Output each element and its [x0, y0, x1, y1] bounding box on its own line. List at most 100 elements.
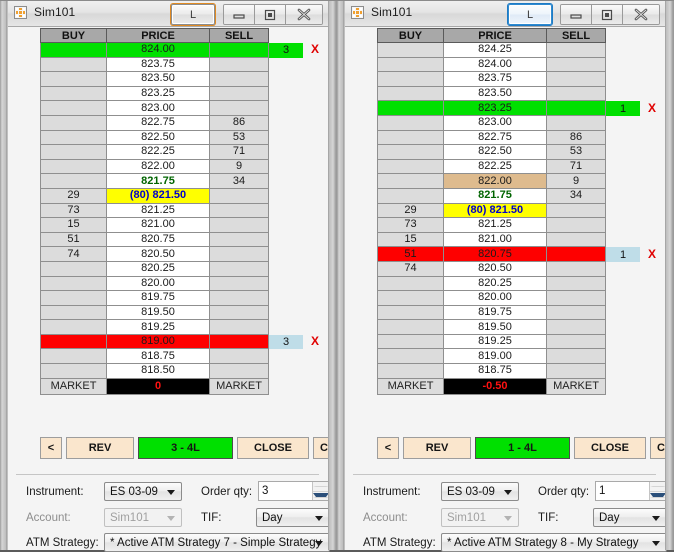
- ladder-row[interactable]: 29 (80) 821.50: [353, 203, 670, 219]
- price-cell[interactable]: 819.50: [106, 305, 209, 321]
- reverse-button[interactable]: REV: [66, 437, 134, 459]
- price-cell[interactable]: 822.00: [443, 174, 546, 189]
- price-cell[interactable]: 819.50: [443, 320, 546, 335]
- buy-qty-cell[interactable]: [40, 115, 106, 131]
- buy-qty-cell[interactable]: [40, 57, 106, 73]
- ladder-row[interactable]: 819.25: [16, 320, 333, 335]
- price-cell[interactable]: 822.25: [106, 145, 209, 160]
- buy-qty-cell[interactable]: [377, 43, 443, 58]
- ladder-row[interactable]: 29 (80) 821.50: [16, 188, 333, 204]
- instrument-select[interactable]: ES 03-09: [104, 482, 182, 501]
- sell-qty-cell[interactable]: [546, 320, 606, 335]
- ladder-row[interactable]: 74 820.50: [353, 261, 670, 277]
- stepper-up-button[interactable]: [313, 482, 329, 492]
- sell-qty-cell[interactable]: [546, 86, 606, 102]
- price-cell[interactable]: 822.75: [443, 130, 546, 146]
- sell-qty-cell[interactable]: 9: [546, 174, 606, 189]
- buy-qty-cell[interactable]: 74: [377, 261, 443, 277]
- ladder-row[interactable]: 818.75: [16, 349, 333, 365]
- sell-qty-cell[interactable]: [209, 261, 269, 277]
- sell-qty-cell[interactable]: 71: [209, 145, 269, 160]
- sell-qty-cell[interactable]: [546, 101, 606, 116]
- ladder-row[interactable]: 822.75 86: [353, 130, 670, 146]
- sell-qty-cell[interactable]: [209, 203, 269, 219]
- sell-qty-cell[interactable]: 53: [546, 145, 606, 160]
- sell-qty-cell[interactable]: [546, 261, 606, 277]
- close-position-button[interactable]: CLOSE: [237, 437, 309, 459]
- price-cell[interactable]: 822.00: [106, 159, 209, 175]
- ladder-row[interactable]: 823.75: [16, 57, 333, 73]
- market-buy-button[interactable]: MARKET: [40, 378, 106, 395]
- price-cell[interactable]: 818.75: [106, 349, 209, 365]
- close-button[interactable]: [286, 5, 322, 24]
- price-cell[interactable]: (80) 821.50: [106, 188, 209, 204]
- close-position-button[interactable]: CLOSE: [574, 437, 646, 459]
- ladder-row[interactable]: 819.50: [353, 320, 670, 335]
- sell-qty-cell[interactable]: [546, 349, 606, 365]
- sell-qty-cell[interactable]: [546, 218, 606, 233]
- sell-qty-cell[interactable]: [209, 247, 269, 262]
- cancel-order-icon[interactable]: X: [311, 334, 319, 349]
- price-cell[interactable]: 820.75: [106, 232, 209, 248]
- buy-qty-cell[interactable]: [377, 334, 443, 350]
- sell-qty-cell[interactable]: [209, 334, 269, 350]
- ladder-row[interactable]: 823.75: [353, 72, 670, 87]
- price-cell[interactable]: 820.25: [106, 261, 209, 277]
- sell-qty-cell[interactable]: [209, 232, 269, 248]
- buy-qty-cell[interactable]: [377, 364, 443, 379]
- sell-qty-cell[interactable]: [209, 43, 269, 58]
- price-cell[interactable]: 821.00: [443, 232, 546, 248]
- sell-qty-cell[interactable]: [546, 247, 606, 262]
- buy-qty-cell[interactable]: [40, 320, 106, 335]
- ladder-row[interactable]: 819.75: [16, 291, 333, 306]
- sell-qty-cell[interactable]: [546, 43, 606, 58]
- ladder-row[interactable]: 823.00: [353, 115, 670, 131]
- maximize-button[interactable]: [255, 5, 286, 24]
- position-button[interactable]: 1 - 4L: [475, 437, 570, 459]
- ladder-row[interactable]: 821.75 34: [353, 188, 670, 204]
- orderqty-stepper[interactable]: [312, 482, 329, 500]
- ladder-row[interactable]: 821.75 34: [16, 174, 333, 189]
- ladder-row[interactable]: 822.50 53: [16, 130, 333, 146]
- sell-qty-cell[interactable]: [546, 364, 606, 379]
- sell-qty-cell[interactable]: 34: [209, 174, 269, 189]
- ladder-row[interactable]: 820.25: [353, 276, 670, 292]
- buy-qty-cell[interactable]: [40, 72, 106, 87]
- buy-qty-cell[interactable]: 29: [40, 188, 106, 204]
- ladder-row[interactable]: 820.25: [16, 261, 333, 277]
- sell-qty-cell[interactable]: [209, 218, 269, 233]
- sell-qty-cell[interactable]: [209, 86, 269, 102]
- ladder-row[interactable]: 823.00: [16, 101, 333, 116]
- ladder-row[interactable]: 819.00 3 X: [16, 334, 333, 350]
- market-buy-button[interactable]: MARKET: [377, 378, 443, 395]
- buy-qty-cell[interactable]: 15: [40, 218, 106, 233]
- ladder-row[interactable]: 51 820.75: [16, 232, 333, 248]
- price-cell[interactable]: 823.25: [106, 86, 209, 102]
- sell-qty-cell[interactable]: [209, 320, 269, 335]
- position-button[interactable]: 3 - 4L: [138, 437, 233, 459]
- stepper-down-button[interactable]: [650, 492, 666, 501]
- buy-qty-cell[interactable]: [40, 101, 106, 116]
- cancel-order-icon[interactable]: X: [648, 246, 656, 261]
- working-order-qty[interactable]: 3: [269, 334, 303, 350]
- sell-qty-cell[interactable]: 34: [546, 188, 606, 204]
- sell-qty-cell[interactable]: [546, 305, 606, 321]
- cancel-order-icon[interactable]: X: [311, 42, 319, 57]
- ladder-row[interactable]: 822.25 71: [16, 145, 333, 160]
- price-cell[interactable]: 824.00: [443, 57, 546, 73]
- ladder-row[interactable]: 823.25: [16, 86, 333, 102]
- ladder-row[interactable]: 73 821.25: [16, 203, 333, 219]
- price-cell[interactable]: 824.25: [443, 43, 546, 58]
- ladder-row[interactable]: 74 820.50: [16, 247, 333, 262]
- buy-qty-cell[interactable]: [377, 320, 443, 335]
- price-cell[interactable]: 821.25: [106, 203, 209, 219]
- price-cell[interactable]: 819.25: [443, 334, 546, 350]
- buy-qty-cell[interactable]: [377, 349, 443, 365]
- price-cell[interactable]: (80) 821.50: [443, 203, 546, 219]
- buy-qty-cell[interactable]: [40, 349, 106, 365]
- price-cell[interactable]: 823.50: [106, 72, 209, 87]
- buy-qty-cell[interactable]: [40, 276, 106, 292]
- buy-qty-cell[interactable]: [377, 145, 443, 160]
- buy-qty-cell[interactable]: [40, 159, 106, 175]
- buy-qty-cell[interactable]: [377, 276, 443, 292]
